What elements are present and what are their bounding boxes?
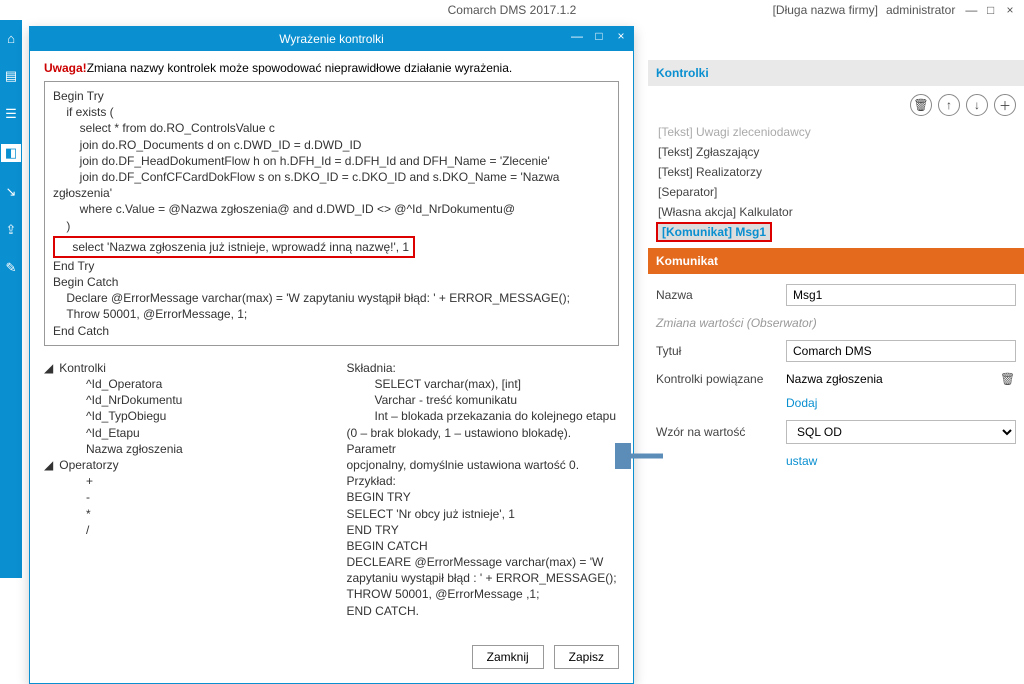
add-icon[interactable]: ＋ (994, 94, 1016, 116)
nazwa-input[interactable] (786, 284, 1016, 306)
syntax-line: DECLEARE @ErrorMessage varchar(max) = 'W (347, 554, 620, 570)
code-line: join do.DF_ConfCFCardDokFlow s on s.DKO_… (53, 170, 563, 200)
code-line: End Try (53, 259, 94, 273)
warning-text: Zmiana nazwy kontrolek może spowodować n… (87, 61, 513, 75)
code-line: select * from do.RO_ControlsValue c (53, 121, 275, 135)
warning-tag: Uwaga! (44, 61, 87, 75)
save-button[interactable]: Zapisz (554, 645, 619, 669)
window-restore-icon[interactable]: □ (983, 3, 999, 17)
dialog-restore-icon[interactable]: □ (591, 29, 607, 43)
rail-home-icon[interactable]: ⌂ (3, 30, 19, 46)
user-caption: administrator (886, 3, 955, 17)
code-line: if exists ( (53, 105, 114, 119)
dialog-minimize-icon[interactable]: — (569, 29, 585, 43)
move-up-icon[interactable]: ↑ (938, 94, 960, 116)
warning-line: Uwaga!Zmiana nazwy kontrolek może spowod… (44, 61, 619, 75)
syntax-line: SELECT varchar(max), [int] (347, 376, 620, 392)
code-line: Declare @ErrorMessage varchar(max) = 'W … (53, 291, 570, 305)
code-line: join do.RO_Documents d on c.DWD_ID = d.D… (53, 138, 361, 152)
syntax-line: BEGIN CATCH (347, 538, 620, 554)
list-item-selected[interactable]: [Komunikat] Msg1 (656, 222, 772, 242)
syntax-line: SELECT 'Nr obcy już istnieje', 1 (347, 506, 620, 522)
komunikat-header: Komunikat (648, 248, 1024, 274)
list-item[interactable]: [Tekst] Zgłaszający (656, 142, 1016, 162)
tytul-label: Tytuł (656, 344, 786, 358)
add-link[interactable]: Dodaj (786, 396, 817, 410)
kontrolki-heading: Kontrolki (59, 361, 106, 375)
tytul-input[interactable] (786, 340, 1016, 362)
expression-dialog: Wyrażenie kontrolki — □ × Uwaga!Zmiana n… (29, 26, 634, 684)
komunikat-form: Nazwa Zmiana wartości (Obserwator) Tytuł… (648, 274, 1024, 468)
rail-settings-icon[interactable]: ◧ (1, 144, 21, 162)
rail-gear-icon[interactable]: ✎ (3, 260, 19, 276)
linked-controls-label: Kontrolki powiązane (656, 372, 786, 386)
help-left-col: ◢Kontrolki ^Id_Operatora ^Id_NrDokumentu… (44, 360, 317, 619)
syntax-line: Int – blokada przekazania do kolejnego e… (347, 408, 620, 424)
syntax-line: END CATCH. (347, 603, 620, 619)
list-item[interactable]: [Tekst] Uwagi zleceniodawcy (656, 122, 1016, 142)
help-right-col: Składnia: SELECT varchar(max), [int] Var… (347, 360, 620, 619)
kontrolki-item[interactable]: ^Id_Etapu (44, 425, 317, 441)
syntax-line: BEGIN TRY (347, 489, 620, 505)
operator-item[interactable]: + (44, 473, 317, 489)
main-titlebar: Comarch DMS 2017.1.2 [Długa nazwa firmy]… (0, 0, 1024, 20)
sql-editor[interactable]: Begin Try if exists ( select * from do.R… (44, 81, 619, 346)
operator-item[interactable]: / (44, 522, 317, 538)
company-caption: [Długa nazwa firmy] (773, 3, 878, 17)
trash-icon[interactable]: 🗑 (1000, 372, 1016, 386)
app-title: Comarch DMS 2017.1.2 (448, 3, 577, 17)
syntax-line: Przykład: (347, 473, 620, 489)
code-line: join do.DF_HeadDokumentFlow h on h.DFH_I… (53, 154, 550, 168)
kontrolki-header: Kontrolki (648, 60, 1024, 86)
dialog-close-icon[interactable]: × (613, 29, 629, 43)
window-close-icon[interactable]: × (1002, 3, 1018, 17)
syntax-line: THROW 50001, @ErrorMessage ,1; (347, 586, 620, 602)
syntax-title: Składnia: (347, 360, 620, 376)
dialog-titlebar[interactable]: Wyrażenie kontrolki — □ × (30, 27, 633, 51)
syntax-line: (0 – brak blokady, 1 – ustawiono blokadę… (347, 425, 620, 457)
rail-arrow-icon[interactable]: ↘ (3, 184, 19, 200)
syntax-line: opcjonalny, domyślnie ustawiona wartość … (347, 457, 620, 473)
code-line: Begin Try (53, 89, 104, 103)
callout-arrow-icon (615, 443, 665, 469)
window-minimize-icon[interactable]: — (963, 3, 979, 17)
kontrolki-item[interactable]: ^Id_Operatora (44, 376, 317, 392)
rail-users-icon[interactable]: ☰ (3, 106, 19, 122)
kontrolki-item[interactable]: ^Id_TypObiegu (44, 408, 317, 424)
rail-doc-icon[interactable]: ▤ (3, 68, 19, 84)
highlighted-code-line: select 'Nazwa zgłoszenia już istnieje, w… (53, 236, 415, 258)
code-line: Throw 50001, @ErrorMessage, 1; (53, 307, 247, 321)
syntax-line: zapytaniu wystąpił błąd : ' + ERROR_MESS… (347, 570, 620, 586)
code-line: End Catch (53, 324, 109, 338)
nazwa-label: Nazwa (656, 288, 786, 302)
observer-section-label: Zmiana wartości (Obserwator) (656, 316, 1016, 330)
right-panel: Kontrolki 🗑 ↑ ↓ ＋ [Tekst] Uwagi zlecenio… (648, 60, 1024, 468)
syntax-line: END TRY (347, 522, 620, 538)
linked-control-value: Nazwa zgłoszenia (786, 372, 883, 386)
operator-item[interactable]: * (44, 506, 317, 522)
code-line: ) (53, 219, 70, 233)
kontrolki-item[interactable]: ^Id_NrDokumentu (44, 392, 317, 408)
close-button[interactable]: Zamknij (472, 645, 544, 669)
delete-icon[interactable]: 🗑 (910, 94, 932, 116)
list-item[interactable]: [Własna akcja] Kalkulator (656, 202, 1016, 222)
code-line: Begin Catch (53, 275, 118, 289)
syntax-line: Varchar - treść komunikatu (347, 392, 620, 408)
ustaw-link[interactable]: ustaw (786, 454, 817, 468)
code-line: where c.Value = @Nazwa zgłoszenia@ and d… (53, 202, 515, 216)
kontrolki-list: [Tekst] Uwagi zleceniodawcy [Tekst] Zgła… (648, 120, 1024, 248)
list-item[interactable]: [Tekst] Realizatorzy (656, 162, 1016, 182)
list-item[interactable]: [Separator] (656, 182, 1016, 202)
move-down-icon[interactable]: ↓ (966, 94, 988, 116)
left-toolbar: ⌂ ▤ ☰ ◧ ↘ ⇪ ✎ (0, 20, 22, 578)
operator-item[interactable]: - (44, 489, 317, 505)
wzor-label: Wzór na wartość (656, 425, 786, 439)
rail-chart-icon[interactable]: ⇪ (3, 222, 19, 238)
kontrolki-item[interactable]: Nazwa zgłoszenia (44, 441, 317, 457)
wzor-select[interactable]: SQL OD (786, 420, 1016, 444)
dialog-title: Wyrażenie kontrolki (279, 32, 384, 46)
operatorzy-heading: Operatorzy (59, 458, 118, 472)
